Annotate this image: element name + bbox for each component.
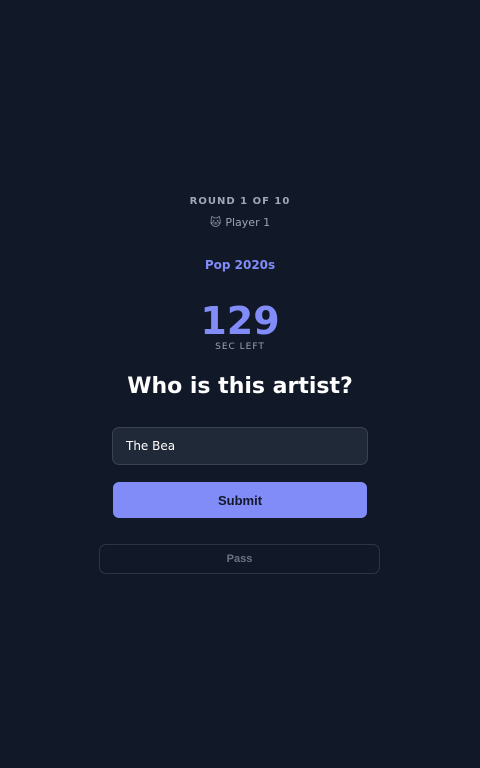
- timer-label: SEC LEFT: [215, 342, 265, 352]
- pass-button[interactable]: Pass: [99, 544, 380, 574]
- countdown-timer: 129: [200, 299, 280, 343]
- category-label: Pop 2020s: [204, 258, 276, 272]
- submit-button[interactable]: Submit: [112, 481, 368, 519]
- cat-avatar-icon: 🐱: [209, 216, 222, 229]
- player-name: Player 1: [225, 216, 271, 229]
- game-screen: ROUND 1 OF 10 🐱 Player 1 Pop 2020s 129 SE…: [0, 0, 480, 768]
- round-indicator: ROUND 1 OF 10: [189, 196, 291, 207]
- player-indicator: 🐱 Player 1: [0, 216, 480, 229]
- answer-input[interactable]: [112, 427, 368, 465]
- question-text: Who is this artist?: [127, 374, 353, 399]
